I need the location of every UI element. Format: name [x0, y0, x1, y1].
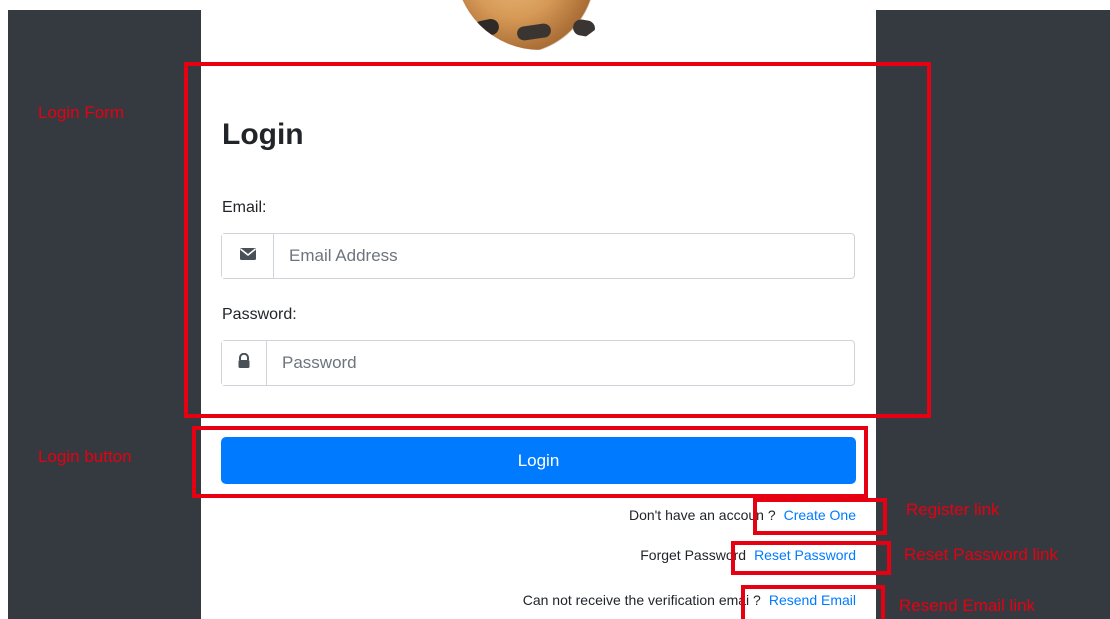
left-dark-panel [8, 10, 201, 619]
annotation-box-login-form [184, 62, 931, 418]
annotation-box-register-link [753, 498, 887, 535]
annotation-label-reset-link: Reset Password link [904, 545, 1059, 564]
annotation-box-resend-link [741, 585, 885, 619]
annotation-box-reset-link [731, 541, 891, 575]
annotation-label-register-link: Register link [906, 500, 1000, 519]
annotation-label-login-button: Login button [38, 447, 132, 466]
annotation-label-login-form: Login Form [38, 103, 124, 122]
annotation-box-login-button [192, 426, 868, 498]
annotation-label-resend-link: Resend Email link [899, 596, 1036, 615]
resend-prompt: Can not receive the verification emai ? [522, 592, 761, 608]
